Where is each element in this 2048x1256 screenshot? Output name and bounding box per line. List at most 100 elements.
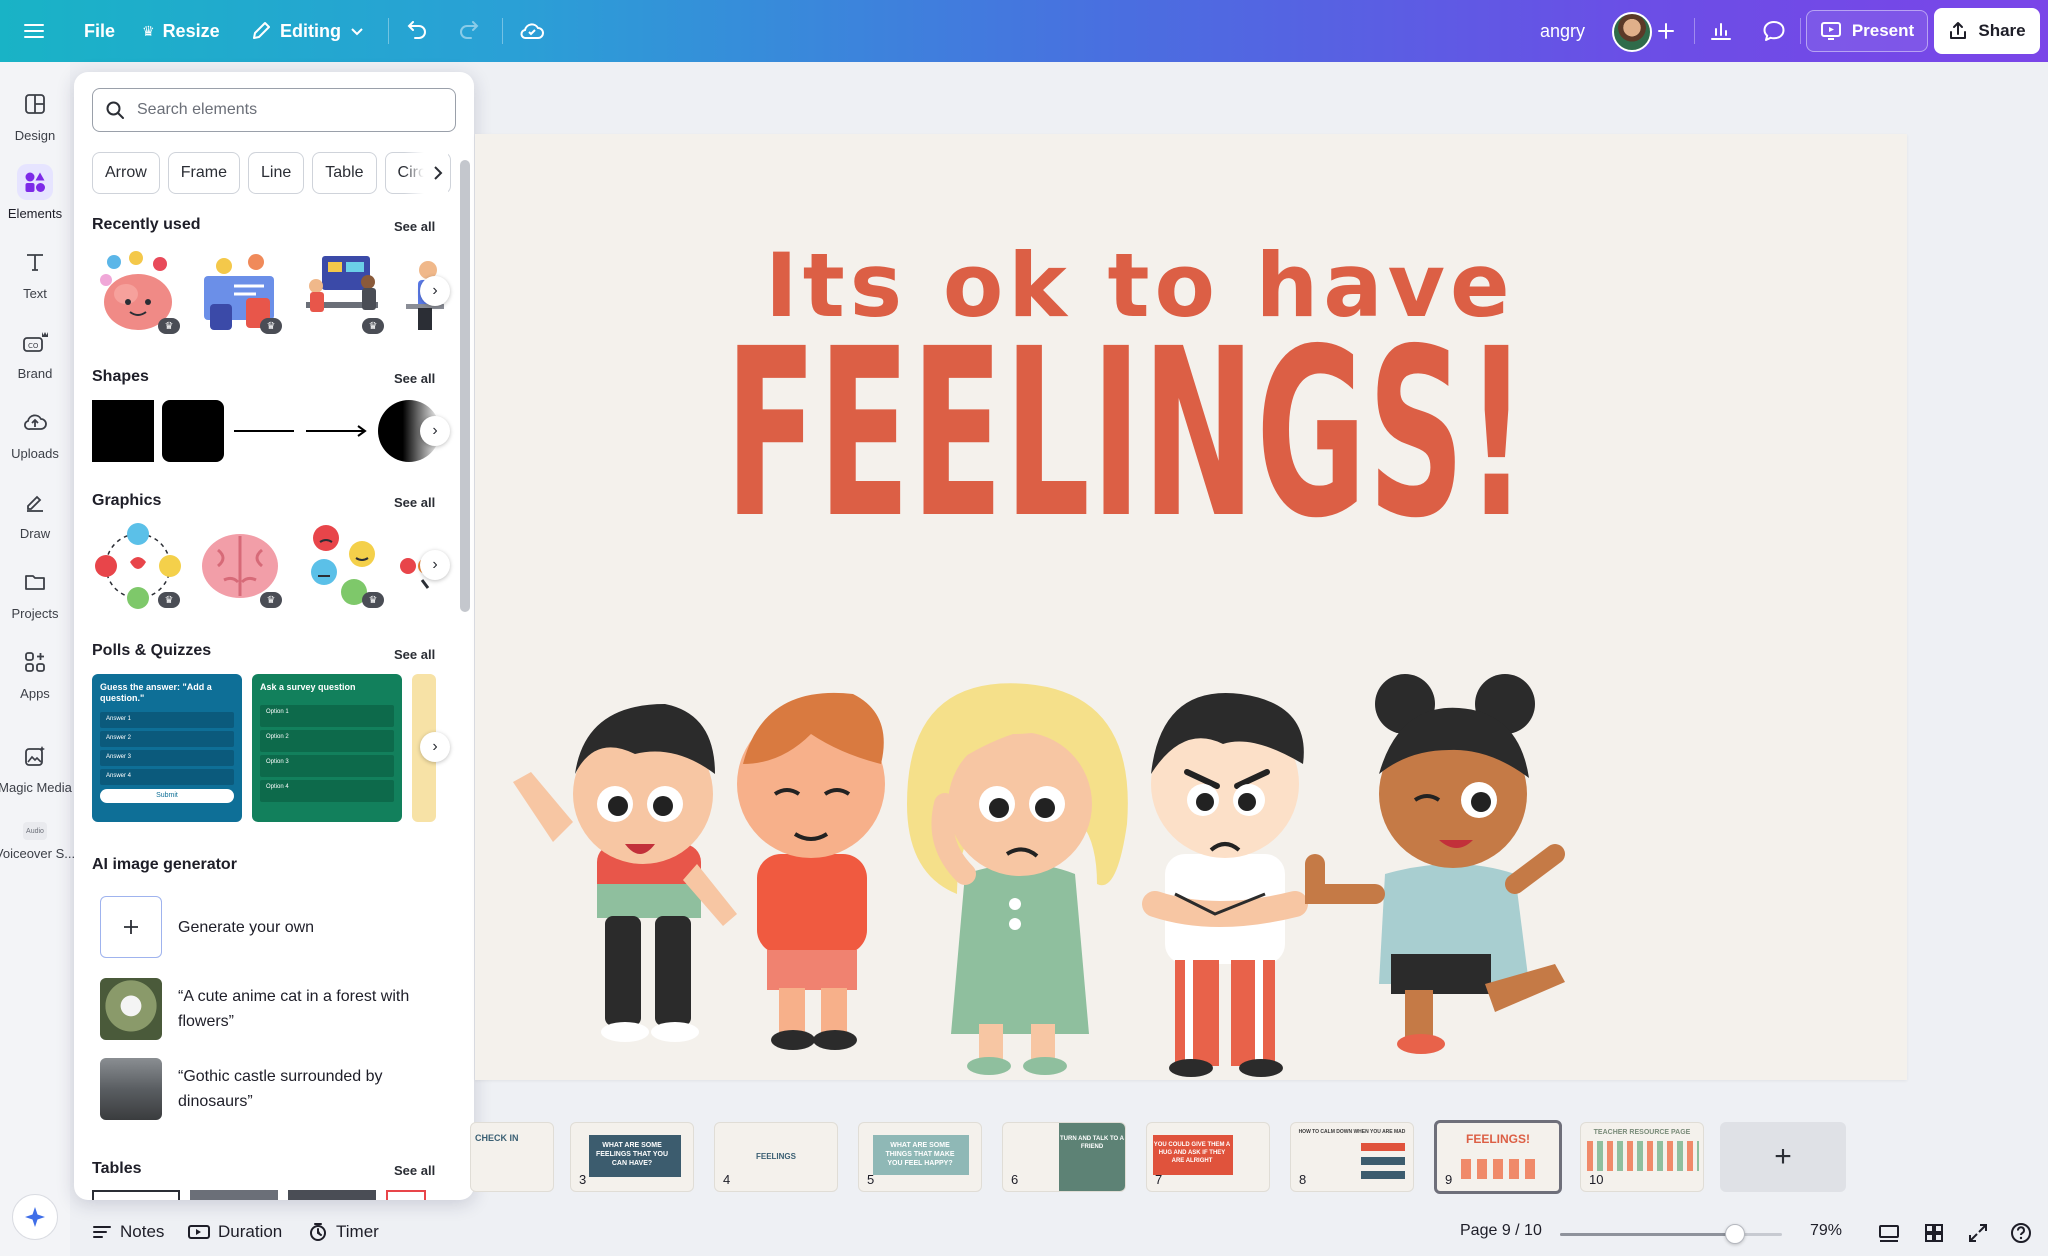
resize-label: Resize xyxy=(162,20,220,41)
chip-line[interactable]: Line xyxy=(248,152,305,194)
main-menu-icon[interactable] xyxy=(14,11,54,51)
cloud-saved-icon[interactable] xyxy=(512,11,552,51)
timer-button[interactable]: Timer xyxy=(308,1222,379,1242)
rail-item-text[interactable]: Text xyxy=(0,244,70,301)
table-preview[interactable] xyxy=(92,1190,180,1200)
page-thumb-6[interactable]: TURN AND TALK TO A FRIEND 6 xyxy=(1002,1122,1126,1192)
page-thumb-kids xyxy=(1461,1159,1541,1179)
file-menu[interactable]: File xyxy=(84,0,115,62)
page-thumb-10[interactable]: TEACHER RESOURCE PAGE 10 xyxy=(1580,1122,1704,1192)
undo-icon[interactable] xyxy=(397,11,437,51)
duration-button[interactable]: Duration xyxy=(188,1222,282,1242)
page-thumb-7[interactable]: YOU COULD GIVE THEM A HUG AND ASK IF THE… xyxy=(1146,1122,1270,1192)
polls-scroll-right-icon[interactable]: › xyxy=(420,732,450,762)
document-title[interactable]: angry xyxy=(1540,0,1585,62)
ai-generate-own[interactable]: Generate your own xyxy=(100,896,432,958)
premium-crown-icon: ♛ xyxy=(362,592,384,608)
graphic-pink-brain[interactable]: ♛ xyxy=(194,520,286,612)
redo-icon[interactable] xyxy=(449,11,489,51)
invite-plus-icon[interactable] xyxy=(1648,11,1684,51)
shapes-scroll-right-icon[interactable]: › xyxy=(420,416,450,446)
shape-square[interactable] xyxy=(92,400,154,462)
grid-view-icon[interactable] xyxy=(1878,1223,1900,1243)
avatar[interactable] xyxy=(1612,12,1652,52)
slide-title[interactable]: FEELINGS! xyxy=(725,318,1528,550)
shapes-see-all[interactable]: See all xyxy=(394,371,435,386)
recently-used-title: Recently used xyxy=(92,216,201,233)
ai-generate-label: Generate your own xyxy=(178,918,315,936)
page-thumb-4[interactable]: FEELINGS 4 xyxy=(714,1122,838,1192)
editing-mode-dropdown[interactable]: Editing xyxy=(250,0,365,62)
rail-item-elements[interactable]: Elements xyxy=(0,164,70,221)
audio-icon: Audio xyxy=(23,822,47,840)
layout-icon xyxy=(17,86,53,122)
page-thumb-2[interactable]: CHECK IN xyxy=(470,1122,554,1192)
share-button[interactable]: Share xyxy=(1934,8,2040,54)
graphic-emotion-cycle[interactable]: ♛ xyxy=(92,520,184,612)
page-thumb-8[interactable]: HOW TO CALM DOWN WHEN YOU ARE MAD 8 xyxy=(1290,1122,1414,1192)
poll-survey-card[interactable]: Ask a survey question Option 1 Option 2 … xyxy=(252,674,402,822)
page-thumb-9-current[interactable]: FEELINGS! 9 xyxy=(1434,1120,1562,1194)
rail-item-voiceover[interactable]: Audio Voiceover S... xyxy=(0,822,75,861)
divider xyxy=(388,18,389,44)
rail-item-brand[interactable]: CO Brand xyxy=(0,324,70,381)
help-icon[interactable] xyxy=(2010,1222,2032,1244)
insights-chart-icon[interactable] xyxy=(1701,11,1741,51)
table-preview[interactable] xyxy=(288,1190,376,1200)
fullscreen-icon[interactable] xyxy=(1968,1223,1988,1243)
recent-scroll-right-icon[interactable]: › xyxy=(420,276,450,306)
graphics-scroll-right-icon[interactable]: › xyxy=(420,550,450,580)
zoom-label: 79% xyxy=(1810,1222,1843,1239)
comment-icon[interactable] xyxy=(1754,11,1794,51)
kid-angry xyxy=(1142,693,1308,1077)
zoom-slider-knob[interactable] xyxy=(1725,1224,1745,1244)
recent-office-graphic[interactable]: ♛ xyxy=(296,246,388,338)
brand-icon: CO xyxy=(17,324,53,360)
shape-line[interactable] xyxy=(232,400,296,462)
ai-castle-image xyxy=(100,1058,162,1120)
notes-label: Notes xyxy=(120,1222,165,1241)
chips-scroll-right-icon[interactable] xyxy=(404,152,448,194)
panel-scrollbar-thumb[interactable] xyxy=(460,160,470,612)
rail-item-projects[interactable]: Projects xyxy=(0,564,70,621)
rail-item-magic-media[interactable]: Magic Media xyxy=(0,738,72,795)
page-thumb-3[interactable]: WHAT ARE SOME FEELINGS THAT YOU CAN HAVE… xyxy=(570,1122,694,1192)
rail-item-uploads[interactable]: Uploads xyxy=(0,404,70,461)
add-page-button[interactable]: + xyxy=(1720,1122,1846,1192)
graphics-see-all[interactable]: See all xyxy=(394,495,435,510)
thumbnails-grid-icon[interactable] xyxy=(1924,1223,1944,1243)
page-thumb-5[interactable]: WHAT ARE SOME THINGS THAT MAKE YOU FEEL … xyxy=(858,1122,982,1192)
zoom-slider[interactable] xyxy=(1560,1224,1782,1244)
recently-used-see-all[interactable]: See all xyxy=(394,219,435,234)
shape-rounded-square[interactable] xyxy=(162,400,224,462)
recent-people-graphic[interactable]: ♛ xyxy=(194,246,286,338)
children-illustration[interactable] xyxy=(475,654,1907,1080)
slide-canvas[interactable]: Its ok to have FEELINGS! xyxy=(475,134,1907,1080)
table-preview[interactable] xyxy=(386,1190,426,1200)
present-button[interactable]: Present xyxy=(1806,10,1928,52)
plus-icon: + xyxy=(1774,1140,1792,1173)
chip-frame[interactable]: Frame xyxy=(167,152,241,194)
poll-quiz-card[interactable]: Guess the answer: "Add a question." Answ… xyxy=(92,674,242,822)
rail-item-design[interactable]: Design xyxy=(0,86,70,143)
shape-arrow-line[interactable] xyxy=(304,400,370,462)
rail-item-draw[interactable]: Draw xyxy=(0,484,70,541)
page-indicator[interactable]: Page 9 / 10 xyxy=(1460,1222,1542,1240)
zoom-level[interactable]: 79% xyxy=(1810,1222,1842,1240)
chip-table[interactable]: Table xyxy=(312,152,377,194)
file-label: File xyxy=(84,20,116,41)
notes-button[interactable]: Notes xyxy=(92,1222,164,1242)
search-input[interactable]: Search elements xyxy=(92,88,456,132)
tables-see-all[interactable]: See all xyxy=(394,1163,435,1178)
graphic-emoji-faces[interactable]: ♛ xyxy=(296,520,388,612)
timer-icon xyxy=(310,1223,326,1241)
ai-prompt-cat[interactable]: “A cute anime cat in a forest with flowe… xyxy=(100,978,432,1040)
resize-button[interactable]: ♛ Resize xyxy=(142,0,220,62)
ai-prompt-castle[interactable]: “Gothic castle surrounded by dinosaurs” xyxy=(100,1058,432,1120)
polls-see-all[interactable]: See all xyxy=(394,647,435,662)
kid-waving xyxy=(513,704,737,1042)
table-preview[interactable] xyxy=(190,1190,278,1200)
chip-arrow[interactable]: Arrow xyxy=(92,152,160,194)
recent-brain-graphic[interactable]: ♛ xyxy=(92,246,184,338)
rail-item-apps[interactable]: Apps xyxy=(0,644,70,701)
